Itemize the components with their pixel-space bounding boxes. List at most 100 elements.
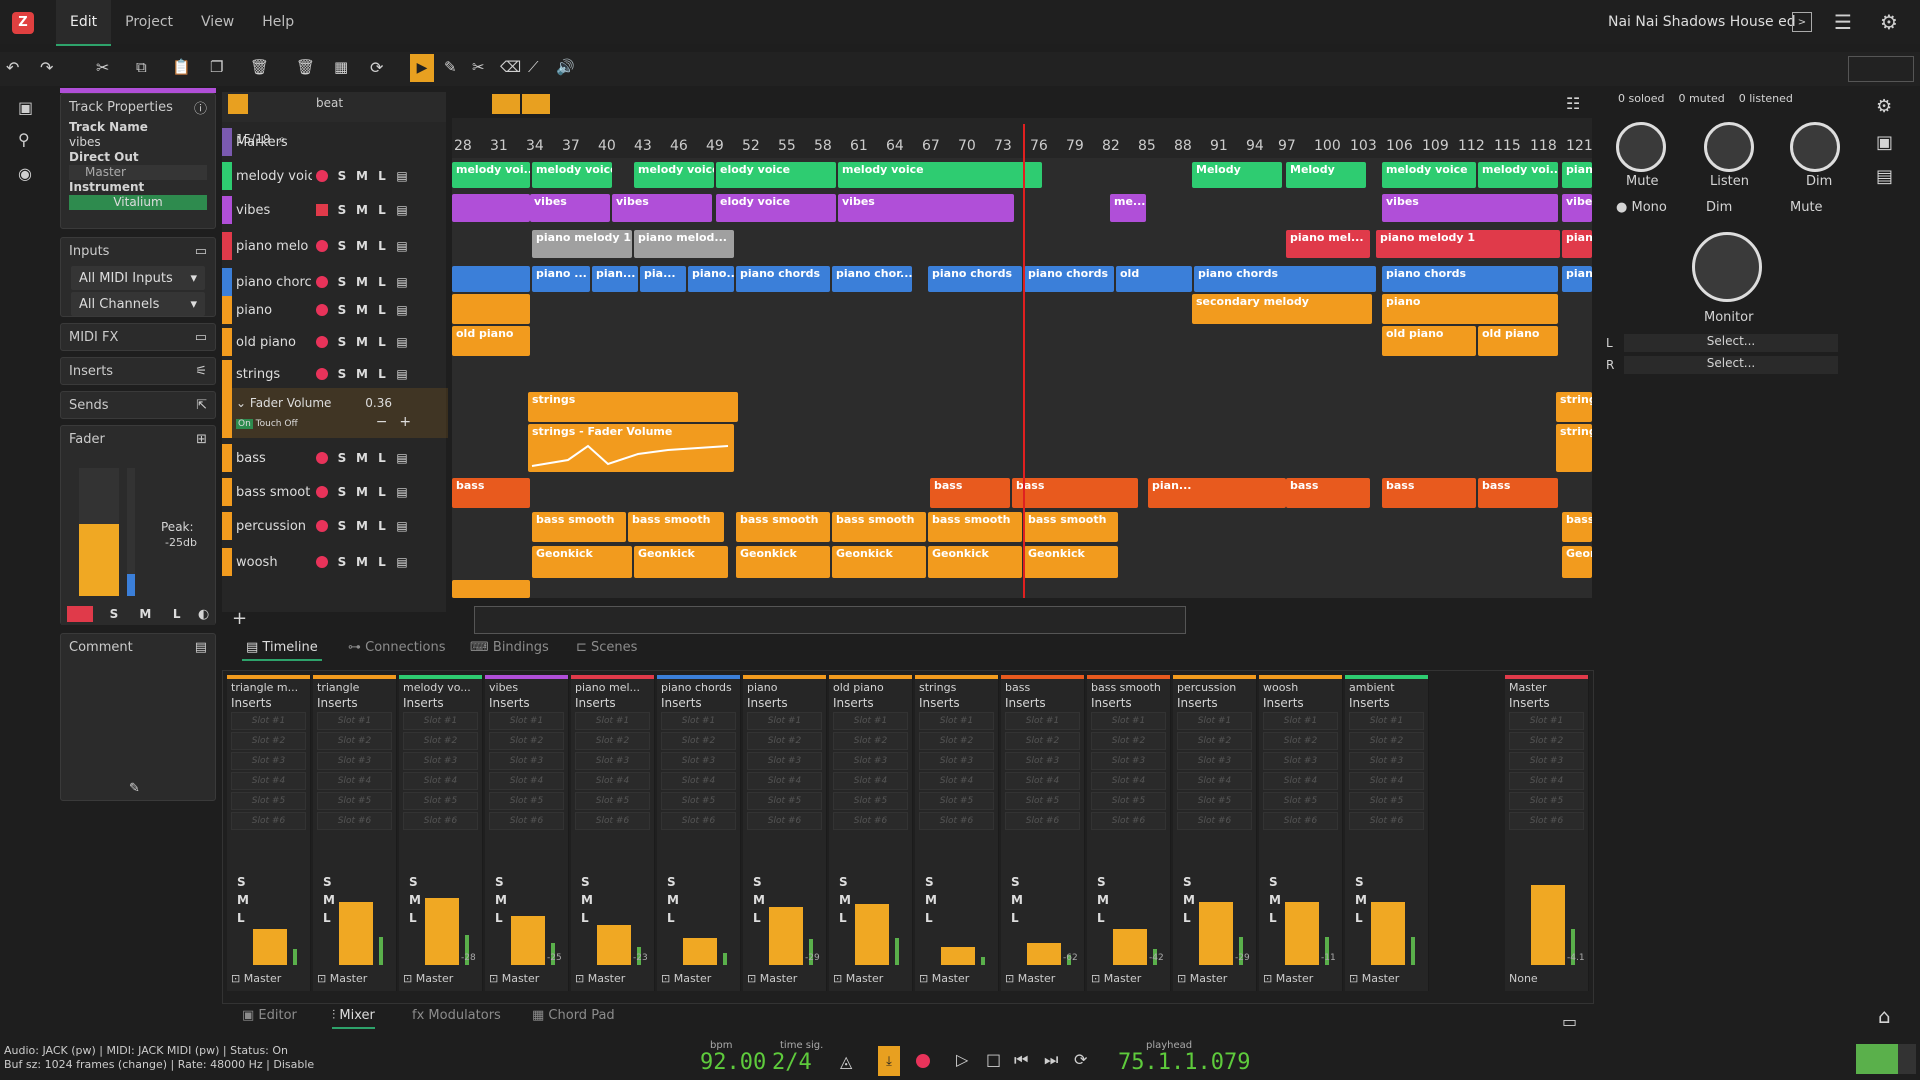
mute-button[interactable]: M bbox=[753, 893, 765, 907]
mute-knob[interactable] bbox=[1616, 122, 1666, 172]
clip[interactable]: bass bbox=[930, 478, 1010, 508]
clip[interactable]: bass bbox=[1382, 478, 1476, 508]
insert-slot[interactable]: Slot #4 bbox=[661, 772, 736, 790]
insert-slot[interactable]: Slot #5 bbox=[1005, 792, 1080, 810]
insert-slot[interactable]: Slot #5 bbox=[403, 792, 478, 810]
insert-slot[interactable]: Slot #4 bbox=[833, 772, 908, 790]
clip[interactable]: piano melod... bbox=[634, 230, 734, 258]
insert-slot[interactable]: Slot #6 bbox=[1005, 812, 1080, 830]
insert-slot[interactable]: Slot #4 bbox=[575, 772, 650, 790]
mute-button[interactable]: M bbox=[352, 169, 372, 183]
insert-slot[interactable]: Slot #3 bbox=[403, 752, 478, 770]
channel-output-select[interactable]: ⊡ Master bbox=[489, 969, 564, 987]
clip[interactable]: Geonkick bbox=[928, 546, 1022, 578]
channel-output-select[interactable]: ⊡ Master bbox=[1263, 969, 1338, 987]
tab-scenes[interactable]: ⊏ Scenes bbox=[576, 640, 637, 655]
track-header[interactable]: percussion S M L ▤ bbox=[222, 512, 448, 540]
record-button[interactable] bbox=[316, 304, 328, 316]
track-name-field[interactable]: vibes bbox=[69, 135, 207, 150]
file-browser-icon[interactable]: ▣ bbox=[1876, 132, 1893, 153]
dim-knob[interactable] bbox=[1790, 122, 1840, 172]
track-inspector-icon[interactable]: ▣ bbox=[18, 98, 33, 117]
insert-slot[interactable]: Slot #4 bbox=[317, 772, 392, 790]
track-header[interactable]: bass smoot S M L ▤ bbox=[222, 478, 448, 506]
listen-button[interactable]: L bbox=[372, 485, 392, 499]
maximize-icon[interactable]: ▭ bbox=[1562, 1012, 1577, 1031]
insert-slot[interactable]: Slot #3 bbox=[919, 752, 994, 770]
insert-slot[interactable]: Slot #3 bbox=[1177, 752, 1252, 770]
channel-name[interactable]: bass smooth bbox=[1087, 679, 1170, 696]
listen-button[interactable]: L bbox=[925, 911, 933, 925]
automation-lane[interactable]: ⌄ Fader Volume 0.36 On Touch Off − + bbox=[222, 388, 448, 438]
channel-output-select[interactable]: ⊡ Master bbox=[833, 969, 908, 987]
mute-button[interactable]: M bbox=[581, 893, 593, 907]
mute-button[interactable]: M bbox=[1183, 893, 1195, 907]
mute-button[interactable]: M bbox=[352, 485, 372, 499]
insert-slot[interactable]: Slot #1 bbox=[403, 712, 478, 730]
markers-track[interactable]: Markers bbox=[236, 135, 288, 150]
insert-slot[interactable]: Slot #6 bbox=[403, 812, 478, 830]
clip[interactable]: strings bbox=[528, 392, 738, 422]
channel-output-select[interactable]: ⊡ Master bbox=[919, 969, 994, 987]
lane-icon[interactable]: ▤ bbox=[392, 485, 412, 499]
clip[interactable]: bass bbox=[1286, 478, 1370, 508]
insert-slot[interactable]: Slot #6 bbox=[1349, 812, 1424, 830]
clip[interactable]: string bbox=[1556, 392, 1592, 422]
mute-button[interactable]: M bbox=[1097, 893, 1109, 907]
clip[interactable]: piano bbox=[1382, 294, 1558, 324]
bpm-display[interactable]: 92.00 bbox=[700, 1050, 766, 1075]
listen-button[interactable]: L bbox=[372, 555, 392, 569]
mute-button[interactable]: M bbox=[1355, 893, 1367, 907]
panel-toggle-icon[interactable]: ⌂ bbox=[1878, 1004, 1891, 1028]
audition-tool-icon[interactable]: 🔊 bbox=[556, 58, 575, 76]
insert-slot[interactable]: Slot #3 bbox=[489, 752, 564, 770]
channel-name[interactable]: strings bbox=[915, 679, 998, 696]
stop-icon[interactable]: □ bbox=[986, 1050, 1001, 1069]
insert-slot[interactable]: Slot #4 bbox=[1349, 772, 1424, 790]
insert-slot[interactable]: Slot #1 bbox=[661, 712, 736, 730]
track-header[interactable]: vibes S M L ▤ bbox=[222, 196, 448, 224]
clip[interactable]: piano... bbox=[688, 266, 734, 292]
solo-button[interactable]: S bbox=[925, 875, 934, 889]
listen-button[interactable]: L bbox=[372, 335, 392, 349]
clip[interactable]: old piano bbox=[452, 326, 530, 356]
comment-icon[interactable]: ▤ bbox=[195, 640, 207, 655]
insert-slot[interactable]: Slot #1 bbox=[919, 712, 994, 730]
solo-button[interactable]: S bbox=[667, 875, 676, 889]
clip[interactable]: Melody bbox=[1192, 162, 1282, 188]
metronome-icon[interactable]: ◬ bbox=[840, 1052, 852, 1071]
insert-slot[interactable]: Slot #2 bbox=[1177, 732, 1252, 750]
channel-fader[interactable] bbox=[1027, 942, 1061, 965]
monitor-icon[interactable]: ◐ bbox=[198, 607, 209, 622]
remove-lane-icon[interactable]: − bbox=[376, 414, 388, 430]
track-header[interactable]: piano melo S M L ▤ bbox=[222, 232, 448, 260]
insert-slot[interactable]: Slot #5 bbox=[1091, 792, 1166, 810]
insert-slot[interactable]: Slot #6 bbox=[747, 812, 822, 830]
listen-button[interactable]: L bbox=[753, 911, 761, 925]
hamburger-menu-icon[interactable]: ☰ bbox=[1834, 10, 1852, 34]
lane-icon[interactable]: ▤ bbox=[392, 451, 412, 465]
mute-toggle-button[interactable]: Mute bbox=[1790, 200, 1823, 215]
listen-button[interactable]: L bbox=[1183, 911, 1191, 925]
time-signature-display[interactable]: 2/4 bbox=[772, 1050, 812, 1075]
solo-button[interactable]: S bbox=[332, 203, 352, 217]
instrument-button[interactable]: Vitalium bbox=[69, 195, 207, 210]
solo-button[interactable]: S bbox=[332, 169, 352, 183]
channel-fader[interactable] bbox=[597, 924, 631, 965]
insert-slot[interactable]: Slot #6 bbox=[1509, 812, 1584, 830]
mute-button[interactable]: M bbox=[323, 893, 335, 907]
mute-button[interactable]: M bbox=[352, 203, 372, 217]
solo-button[interactable]: S bbox=[323, 875, 332, 889]
record-button[interactable] bbox=[316, 336, 328, 348]
insert-slot[interactable]: Slot #2 bbox=[1349, 732, 1424, 750]
clip[interactable]: bass bbox=[1562, 512, 1592, 542]
insert-slot[interactable]: Slot #4 bbox=[747, 772, 822, 790]
solo-button[interactable]: S bbox=[332, 485, 352, 499]
redo-icon[interactable]: ↷ bbox=[40, 58, 53, 77]
record-arm-button[interactable] bbox=[66, 606, 93, 622]
collapse-icon[interactable]: ▭ bbox=[195, 244, 207, 259]
clip[interactable]: piano chords bbox=[736, 266, 830, 292]
insert-slot[interactable]: Slot #6 bbox=[317, 812, 392, 830]
listen-button[interactable]: L bbox=[1355, 911, 1363, 925]
listen-button[interactable]: L bbox=[372, 203, 392, 217]
